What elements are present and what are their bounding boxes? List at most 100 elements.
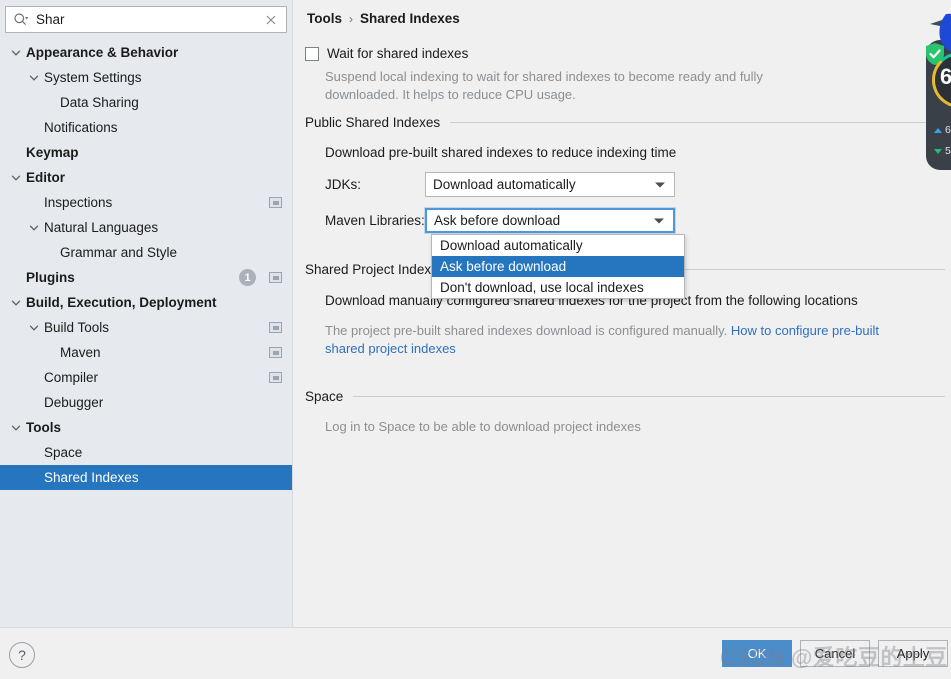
maven-libraries-dropdown-list[interactable]: Download automatically Ask before downloa… <box>431 234 685 299</box>
section-space: Space <box>305 389 945 404</box>
wait-for-shared-indexes-hint: Suspend local indexing to wait for share… <box>325 69 763 102</box>
wait-for-shared-indexes-row[interactable]: Wait for shared indexes <box>305 46 468 61</box>
sidebar-item-label: Space <box>44 445 83 460</box>
sidebar-item-compiler[interactable]: Compiler <box>0 365 292 390</box>
sidebar-item-editor[interactable]: Editor <box>0 165 292 190</box>
settings-main-panel: Tools › Shared Indexes Wait for shared i… <box>293 0 951 627</box>
sidebar-item-data-sharing[interactable]: Data Sharing <box>0 90 292 115</box>
sidebar-item-keymap[interactable]: Keymap <box>0 140 292 165</box>
sidebar-item-label: Compiler <box>44 370 99 385</box>
sidebar-item-plugins[interactable]: Plugins 1 <box>0 265 292 290</box>
settings-sidebar: Shar Appearance & Behavior System Setting… <box>0 0 292 627</box>
wait-for-shared-indexes-checkbox[interactable] <box>305 46 319 61</box>
public-section-lead: Download pre-built shared indexes to red… <box>325 145 677 160</box>
triangle-down-icon <box>934 148 942 154</box>
help-button[interactable]: ? <box>9 642 35 668</box>
dropdown-option[interactable]: Ask before download <box>432 256 684 277</box>
sidebar-item-label: Data Sharing <box>60 95 139 110</box>
upload-stat: 65. <box>934 124 951 136</box>
maven-libraries-field-row: Maven Libraries: Ask before download <box>325 208 675 233</box>
maven-libraries-dropdown-value: Ask before download <box>434 213 561 228</box>
chevron-down-icon[interactable] <box>9 46 23 60</box>
maven-libraries-label: Maven Libraries: <box>325 213 425 228</box>
apply-button[interactable]: Apply <box>878 640 948 667</box>
sidebar-item-system-settings[interactable]: System Settings <box>0 65 292 90</box>
sidebar-item-label: Build, Execution, Deployment <box>26 295 217 310</box>
project-settings-icon <box>269 197 282 208</box>
maven-libraries-dropdown[interactable]: Ask before download <box>425 208 675 233</box>
jdks-label: JDKs: <box>325 177 362 192</box>
project-hint-text: The project pre-built shared indexes dow… <box>325 323 731 338</box>
score-value: 65 <box>940 64 951 89</box>
project-settings-icon <box>269 347 282 358</box>
project-settings-icon <box>269 322 282 333</box>
sidebar-item-label: Inspections <box>44 195 113 210</box>
sidebar-item-label: System Settings <box>44 70 142 85</box>
search-input[interactable]: Shar <box>36 12 264 27</box>
section-title-public: Public Shared Indexes <box>305 115 441 130</box>
triangle-up-icon <box>934 127 942 133</box>
search-icon <box>12 11 30 29</box>
download-stat: 58. <box>934 145 951 157</box>
sidebar-item-grammar-and-style[interactable]: Grammar and Style <box>0 240 292 265</box>
sidebar-item-build-execution-deployment[interactable]: Build, Execution, Deployment <box>0 290 292 315</box>
sidebar-item-label: Build Tools <box>44 320 110 335</box>
sidebar-item-label: Maven <box>60 345 101 360</box>
sidebar-item-label: Natural Languages <box>44 220 159 235</box>
sidebar-item-space[interactable]: Space <box>0 440 292 465</box>
sidebar-item-notifications[interactable]: Notifications <box>0 115 292 140</box>
chevron-down-icon[interactable] <box>27 221 41 235</box>
search-box[interactable]: Shar <box>5 6 287 33</box>
dropdown-option[interactable]: Download automatically <box>432 235 684 256</box>
sidebar-item-maven[interactable]: Maven <box>0 340 292 365</box>
sidebar-item-build-tools[interactable]: Build Tools <box>0 315 292 340</box>
sidebar-item-badge: 1 <box>239 269 256 286</box>
chevron-down-icon <box>654 218 664 223</box>
section-title-project: Shared Project Indexes <box>305 262 446 277</box>
chevron-down-icon[interactable] <box>9 421 23 435</box>
security-float-widget[interactable]: 65 65. 58. <box>918 12 951 172</box>
chevron-right-icon: › <box>349 11 353 26</box>
project-settings-icon <box>269 272 282 283</box>
sidebar-item-label: Shared Indexes <box>44 470 139 485</box>
sidebar-item-inspections[interactable]: Inspections <box>0 190 292 215</box>
breadcrumb: Tools › Shared Indexes <box>307 11 460 26</box>
sidebar-item-natural-languages[interactable]: Natural Languages <box>0 215 292 240</box>
space-section-hint: Log in to Space to be able to download p… <box>325 419 641 434</box>
sidebar-item-label: Keymap <box>26 145 79 160</box>
jdks-dropdown[interactable]: Download automatically <box>425 172 675 197</box>
sidebar-item-label: Editor <box>26 170 65 185</box>
section-title-space: Space <box>305 389 344 404</box>
section-public-shared-indexes: Public Shared Indexes <box>305 115 945 130</box>
dropdown-option[interactable]: Don't download, use local indexes <box>432 277 684 298</box>
ok-button[interactable]: OK <box>722 640 792 667</box>
sidebar-item-shared-indexes[interactable]: Shared Indexes <box>0 465 292 490</box>
sidebar-item-tools[interactable]: Tools <box>0 415 292 440</box>
close-icon[interactable] <box>264 13 278 27</box>
chevron-down-icon <box>655 182 665 187</box>
breadcrumb-leaf: Shared Indexes <box>360 11 460 26</box>
cancel-button[interactable]: Cancel <box>800 640 870 667</box>
chevron-down-icon[interactable] <box>27 71 41 85</box>
sidebar-item-label: Tools <box>26 420 61 435</box>
upload-stat-value: 65. <box>945 124 951 136</box>
settings-dialog: Shar Appearance & Behavior System Setting… <box>0 0 951 679</box>
dialog-button-bar: ? OK Cancel Apply <box>0 627 951 679</box>
project-section-hint: The project pre-built shared indexes dow… <box>325 322 885 358</box>
jdks-field-row: JDKs: Download automatically <box>325 172 675 197</box>
section-rule <box>450 122 945 123</box>
chevron-down-icon[interactable] <box>27 321 41 335</box>
breadcrumb-root[interactable]: Tools <box>307 11 342 26</box>
sidebar-item-debugger[interactable]: Debugger <box>0 390 292 415</box>
chevron-down-icon[interactable] <box>9 296 23 310</box>
chevron-down-icon[interactable] <box>9 171 23 185</box>
section-rule <box>353 396 945 397</box>
sidebar-item-label: Appearance & Behavior <box>26 45 179 60</box>
settings-tree: Appearance & Behavior System Settings Data… <box>0 40 292 490</box>
sidebar-item-appearance-behavior[interactable]: Appearance & Behavior <box>0 40 292 65</box>
sidebar-item-label: Grammar and Style <box>60 245 178 260</box>
project-settings-icon <box>269 372 282 383</box>
download-stat-value: 58. <box>945 145 951 157</box>
sidebar-item-label: Debugger <box>44 395 104 410</box>
sidebar-item-label: Plugins <box>26 270 75 285</box>
